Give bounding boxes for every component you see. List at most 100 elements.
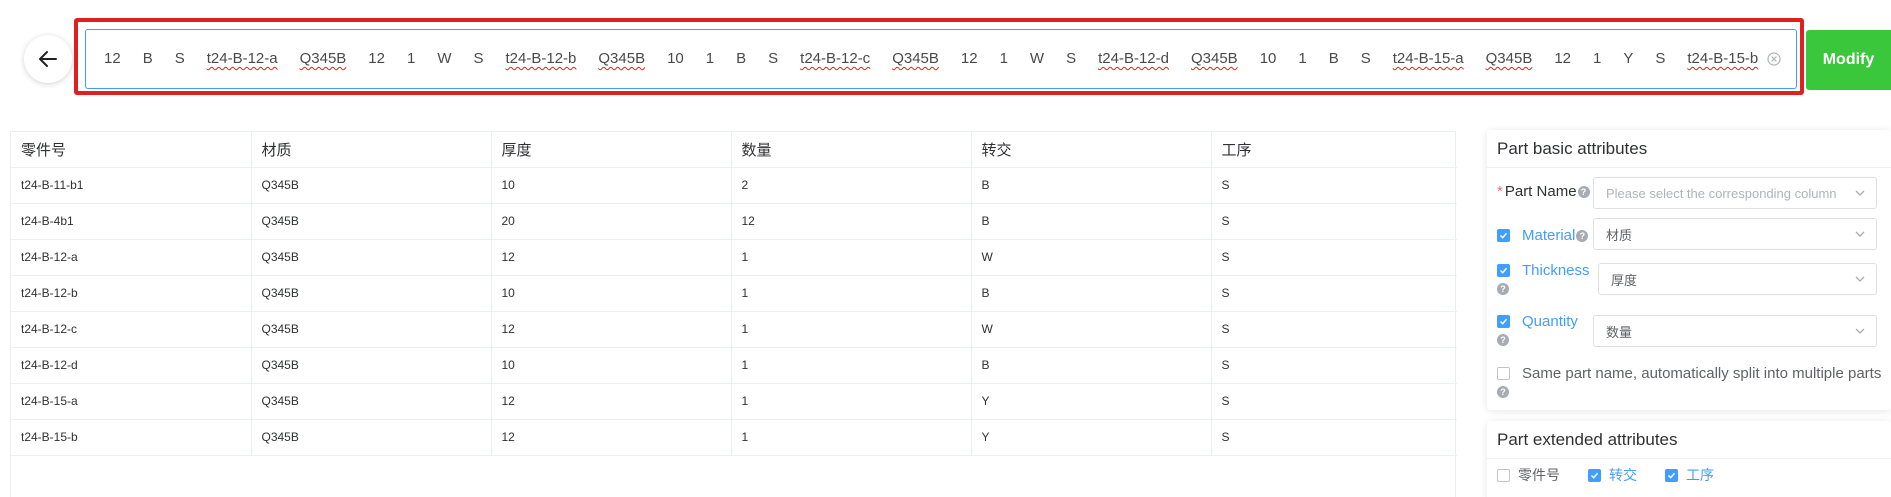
table-cell: S: [1211, 347, 1457, 384]
table-cell: Q345B: [251, 167, 492, 204]
table-row[interactable]: t24-B-12-a Q345B 12 1 W S: [11, 239, 1457, 276]
help-icon[interactable]: ?: [1577, 186, 1590, 198]
input-token: 1: [999, 50, 1008, 67]
table-cell: W: [971, 239, 1212, 276]
extended-option[interactable]: 工序: [1665, 465, 1714, 485]
material-checkbox[interactable]: [1497, 229, 1510, 242]
check-icon: [1499, 318, 1508, 325]
extended-option-checkbox[interactable]: [1665, 468, 1678, 482]
panel-title: Part extended attributes: [1487, 421, 1891, 459]
input-token: Q345B: [892, 50, 939, 67]
extended-option-checkbox[interactable]: [1497, 468, 1510, 482]
check-icon: [1667, 472, 1676, 479]
extended-option[interactable]: 转交: [1588, 465, 1637, 485]
check-icon: [1499, 267, 1508, 274]
part-name-select[interactable]: Please select the corresponding column: [1593, 177, 1877, 209]
table-cell: 10: [491, 347, 732, 384]
table-cell: Q345B: [251, 347, 492, 384]
table-cell: 10: [491, 167, 732, 204]
table-row[interactable]: t24-B-12-d Q345B 10 1 B S: [11, 347, 1457, 384]
quantity-label: Quantity: [1522, 313, 1578, 330]
column-header[interactable]: 工序: [1211, 132, 1457, 168]
part-name-label: Part Name: [1497, 183, 1577, 200]
input-token: 12: [1554, 50, 1572, 67]
extended-options: 零件号 转交 工序: [1497, 465, 1742, 485]
help-icon[interactable]: ?: [1497, 283, 1509, 295]
help-icon[interactable]: ?: [1497, 334, 1509, 346]
help-icon[interactable]: ?: [1497, 386, 1509, 398]
input-token: t24-B-12-b: [505, 50, 577, 67]
input-token: 10: [1259, 50, 1277, 67]
material-row: Material ?: [1497, 227, 1589, 244]
input-token: 10: [667, 50, 684, 67]
input-token: 1: [406, 50, 416, 67]
column-header[interactable]: 数量: [731, 132, 972, 168]
table-cell: S: [1211, 311, 1457, 348]
back-button[interactable]: [24, 35, 72, 83]
input-token: 12: [104, 50, 121, 67]
parts-table: 零件号 材质 厚度 数量 转交 工序 t24-B-11-b1 Q345B 10 2 B St24-B…: [10, 131, 1457, 497]
input-token: t24-B-15-b: [1687, 50, 1759, 67]
table-cell: Q345B: [251, 275, 492, 312]
quantity-select[interactable]: 数量: [1593, 315, 1877, 347]
check-icon: [1499, 232, 1508, 239]
input-token: W: [1029, 50, 1045, 67]
table-row[interactable]: t24-B-12-c Q345B 12 1 W S: [11, 311, 1457, 348]
extended-option[interactable]: 零件号: [1497, 465, 1560, 485]
table-cell: 1: [731, 419, 972, 456]
part-extended-attributes-panel: Part extended attributes 零件号 转交 工序: [1487, 421, 1891, 497]
input-token: W: [437, 50, 452, 67]
input-token: Q345B: [1485, 50, 1533, 67]
table-row[interactable]: t24-B-15-a Q345B 12 1 Y S: [11, 383, 1457, 420]
table-cell: B: [971, 275, 1212, 312]
table-row[interactable]: t24-B-4b1 Q345B 20 12 B S: [11, 203, 1457, 240]
table-cell: t24-B-12-b: [11, 275, 252, 312]
split-label: Same part name, automatically split into…: [1522, 365, 1882, 382]
thickness-checkbox[interactable]: [1497, 264, 1510, 277]
column-header[interactable]: 材质: [251, 132, 492, 168]
quantity-checkbox[interactable]: [1497, 315, 1510, 328]
clear-icon[interactable]: [1766, 51, 1782, 67]
input-token: t24-B-12-a: [206, 50, 278, 67]
column-header[interactable]: 零件号: [11, 132, 252, 168]
table-cell: 1: [731, 239, 972, 276]
extended-option-label: 工序: [1686, 467, 1714, 483]
parts-text-input[interactable]: 12 B St24-B-12-a Q345B 12 1 W St24-B-12-b Q345B 1…: [85, 29, 1797, 89]
table-cell: Y: [971, 419, 1212, 456]
extended-option-label: 零件号: [1518, 467, 1560, 483]
table-cell: t24-B-15-b: [11, 419, 252, 456]
input-token: B: [1328, 50, 1339, 67]
split-checkbox[interactable]: [1497, 367, 1510, 380]
thickness-row: Thickness ?: [1497, 262, 1590, 295]
panel-title: Part basic attributes: [1487, 130, 1891, 168]
table-header-row: 零件号 材质 厚度 数量 转交 工序: [11, 132, 1457, 168]
chevron-down-icon: [1855, 328, 1865, 334]
input-token: S: [1066, 50, 1077, 67]
table-cell: S: [1211, 419, 1457, 456]
table-row[interactable]: t24-B-12-b Q345B 10 1 B S: [11, 275, 1457, 312]
table-cell: t24-B-4b1: [11, 203, 252, 240]
extended-option-checkbox[interactable]: [1588, 468, 1601, 482]
table-row[interactable]: t24-B-11-b1 Q345B 10 2 B S: [11, 167, 1457, 204]
column-header[interactable]: 转交: [971, 132, 1212, 168]
table-cell: t24-B-12-a: [11, 239, 252, 276]
input-token: S: [1360, 50, 1371, 67]
modify-button[interactable]: Modify: [1806, 30, 1891, 90]
table-cell: S: [1211, 275, 1457, 312]
input-token: 12: [368, 50, 385, 67]
table-cell: 20: [491, 203, 732, 240]
help-icon[interactable]: ?: [1576, 229, 1589, 242]
table-cell: Y: [971, 383, 1212, 420]
input-token: S: [768, 50, 779, 67]
table-cell: Q345B: [251, 419, 492, 456]
input-token: t24-B-15-a: [1392, 50, 1464, 67]
thickness-select[interactable]: 厚度: [1598, 263, 1877, 295]
table-row[interactable]: t24-B-15-b Q345B 12 1 Y S: [11, 419, 1457, 456]
column-header[interactable]: 厚度: [491, 132, 732, 168]
arrow-left-icon: [39, 51, 57, 67]
parts-text-value[interactable]: 12 B St24-B-12-a Q345B 12 1 W St24-B-12-b Q345B 1…: [104, 30, 1762, 88]
table-cell: S: [1211, 203, 1457, 240]
table-cell: S: [1211, 239, 1457, 276]
material-select[interactable]: 材质: [1593, 218, 1877, 250]
input-token: B: [142, 50, 153, 67]
